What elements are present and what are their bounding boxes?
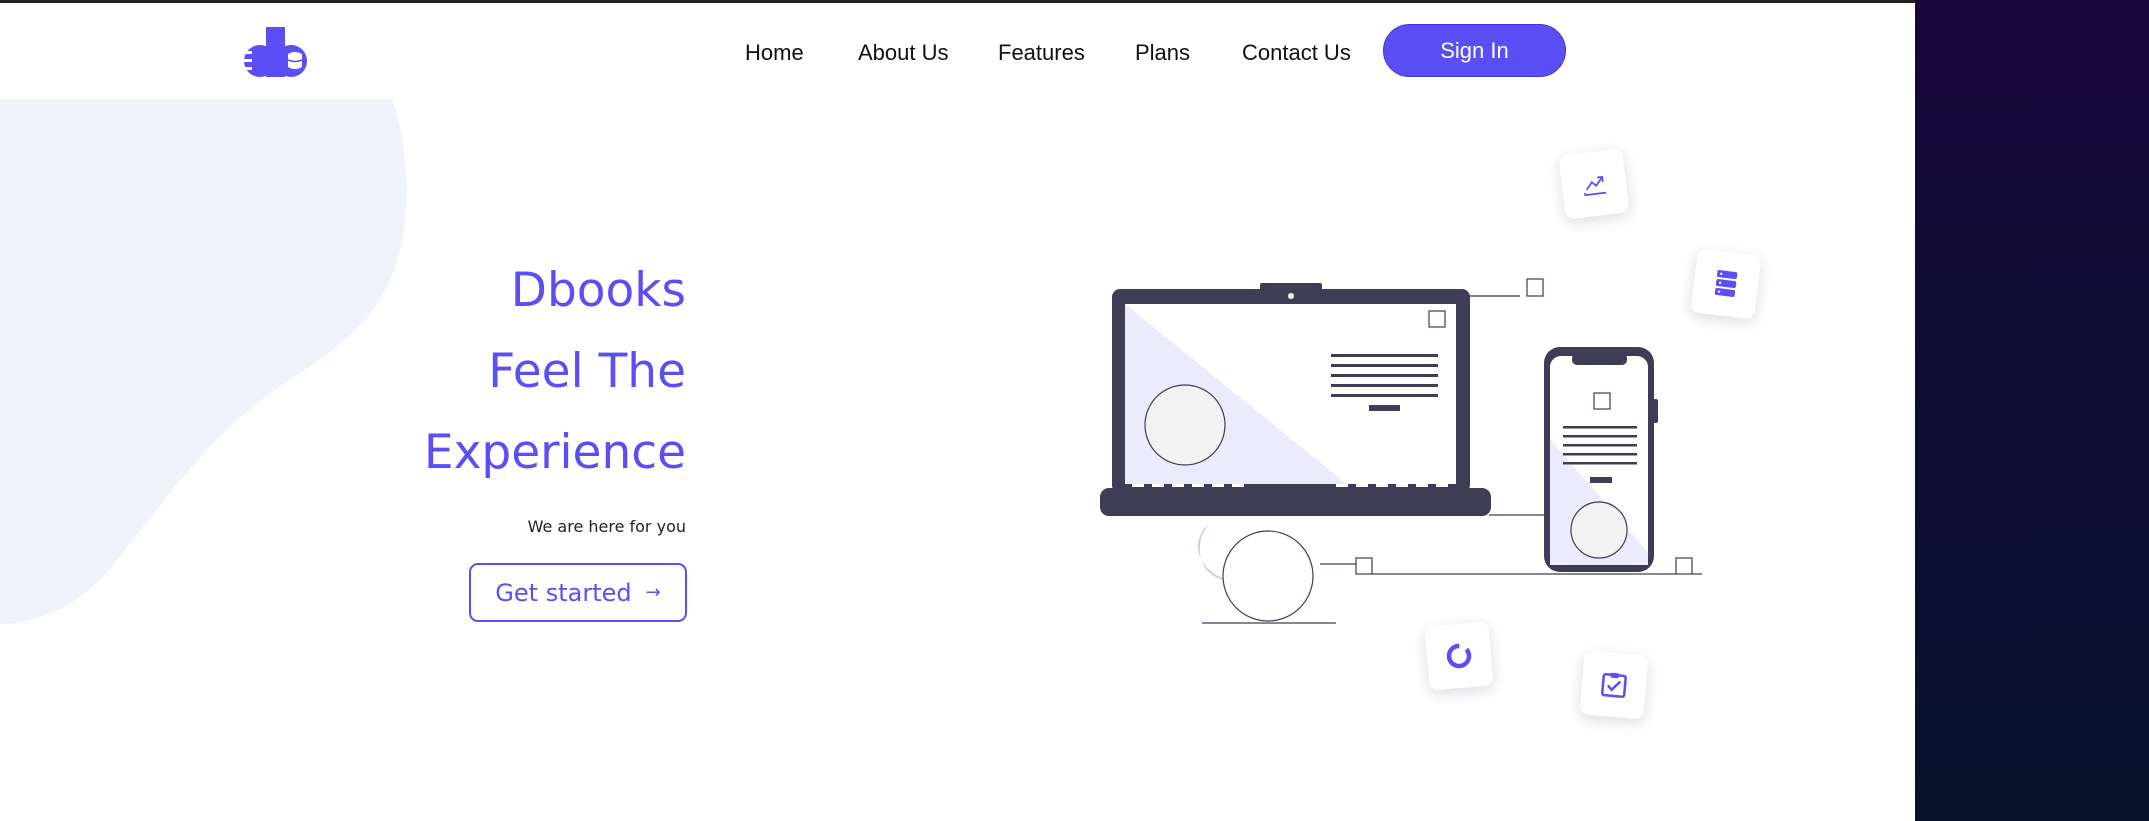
nav-about-link[interactable]: About Us <box>858 38 949 68</box>
nav-contact-link[interactable]: Contact Us <box>1242 38 1351 68</box>
server-stack-card <box>1690 248 1762 320</box>
landing-page: Home About Us Features Plans Contact Us … <box>0 0 1915 821</box>
donut-chart-card <box>1424 621 1494 691</box>
background-blob <box>0 99 407 624</box>
sign-in-button[interactable]: Sign In <box>1383 24 1566 77</box>
get-started-button[interactable]: Get started → <box>469 563 687 622</box>
main-nav: Home About Us Features Plans Contact Us <box>0 38 1915 68</box>
trending-up-card <box>1558 148 1630 220</box>
server-stack-icon <box>1714 270 1738 297</box>
arrow-right-icon: → <box>645 582 661 603</box>
donut-chart-icon <box>1446 643 1472 669</box>
hero-title-line-3: Experience <box>423 425 686 480</box>
nav-features-link[interactable]: Features <box>998 38 1085 68</box>
checklist-icon <box>1600 672 1627 699</box>
devices-illustration <box>1100 278 1702 624</box>
get-started-label: Get started <box>495 578 632 607</box>
nav-home-link[interactable]: Home <box>745 38 804 68</box>
trending-up-icon <box>1584 175 1607 197</box>
checklist-card <box>1579 650 1649 720</box>
hero-subtitle: We are here for you <box>527 517 686 536</box>
hero-title-line-2: Feel The <box>488 344 686 399</box>
hero-title-line-1: Dbooks <box>510 263 686 318</box>
nav-plans-link[interactable]: Plans <box>1135 38 1190 68</box>
